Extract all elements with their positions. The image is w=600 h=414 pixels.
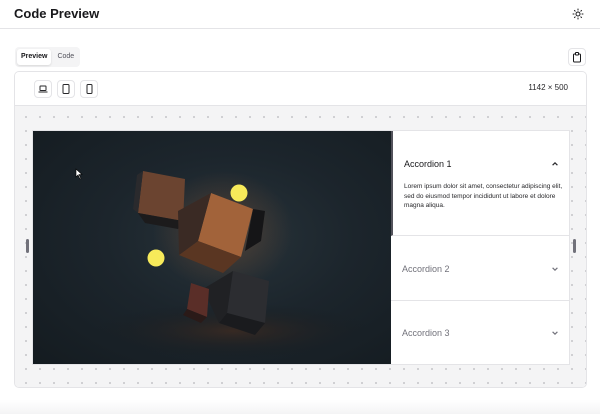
clipboard-icon [573, 51, 581, 62]
yellow-sphere [147, 249, 165, 267]
accordion-title: Accordion 3 [402, 328, 450, 338]
mobile-icon [86, 84, 92, 94]
preview-canvas: Accordion 1 Lorem ipsum dolor sit amet, … [15, 106, 586, 387]
hero-image [33, 131, 391, 364]
accordion-item-1[interactable]: Accordion 1 Lorem ipsum dolor sit amet, … [391, 131, 569, 236]
floating-cubes-illustration [75, 168, 373, 359]
right-resize-handle[interactable] [573, 239, 576, 253]
accordion-title: Accordion 1 [404, 159, 452, 169]
theme-toggle-button[interactable] [570, 6, 586, 22]
component-preview: Accordion 1 Lorem ipsum dolor sit amet, … [32, 130, 570, 365]
app-header: Code Preview [0, 0, 600, 29]
laptop-view-button[interactable] [34, 80, 52, 98]
chevron-down-icon [552, 267, 558, 272]
copy-button[interactable] [568, 48, 586, 66]
tab-code[interactable]: Code [53, 49, 78, 65]
chevron-down-icon [552, 331, 558, 336]
chevron-up-icon [552, 161, 558, 166]
accordion-title: Accordion 2 [402, 264, 450, 274]
sun-icon [572, 8, 584, 20]
yellow-sphere [230, 184, 248, 202]
page-footer-fade [0, 400, 600, 414]
tablet-icon [62, 84, 70, 94]
left-resize-handle[interactable] [26, 239, 29, 253]
tablet-view-button[interactable] [57, 80, 75, 98]
laptop-icon [38, 85, 48, 93]
tab-preview[interactable]: Preview [17, 49, 52, 65]
accordion-item-3[interactable]: Accordion 3 [391, 301, 569, 364]
page-title: Code Preview [14, 6, 100, 21]
preview-frame: 1142 × 500 Accordion 1 Lorem ipsum dolor… [14, 71, 587, 388]
mobile-view-button[interactable] [80, 80, 98, 98]
viewport-size-label: 1142 × 500 [528, 83, 568, 92]
accordion-item-2[interactable]: Accordion 2 [391, 236, 569, 301]
view-tabs: Preview Code [15, 47, 81, 67]
mouse-cursor [75, 168, 83, 180]
preview-toolbar: 1142 × 500 [15, 72, 586, 106]
accordion: Accordion 1 Lorem ipsum dolor sit amet, … [391, 131, 569, 364]
accordion-body: Lorem ipsum dolor sit amet, consectetur … [404, 183, 563, 209]
